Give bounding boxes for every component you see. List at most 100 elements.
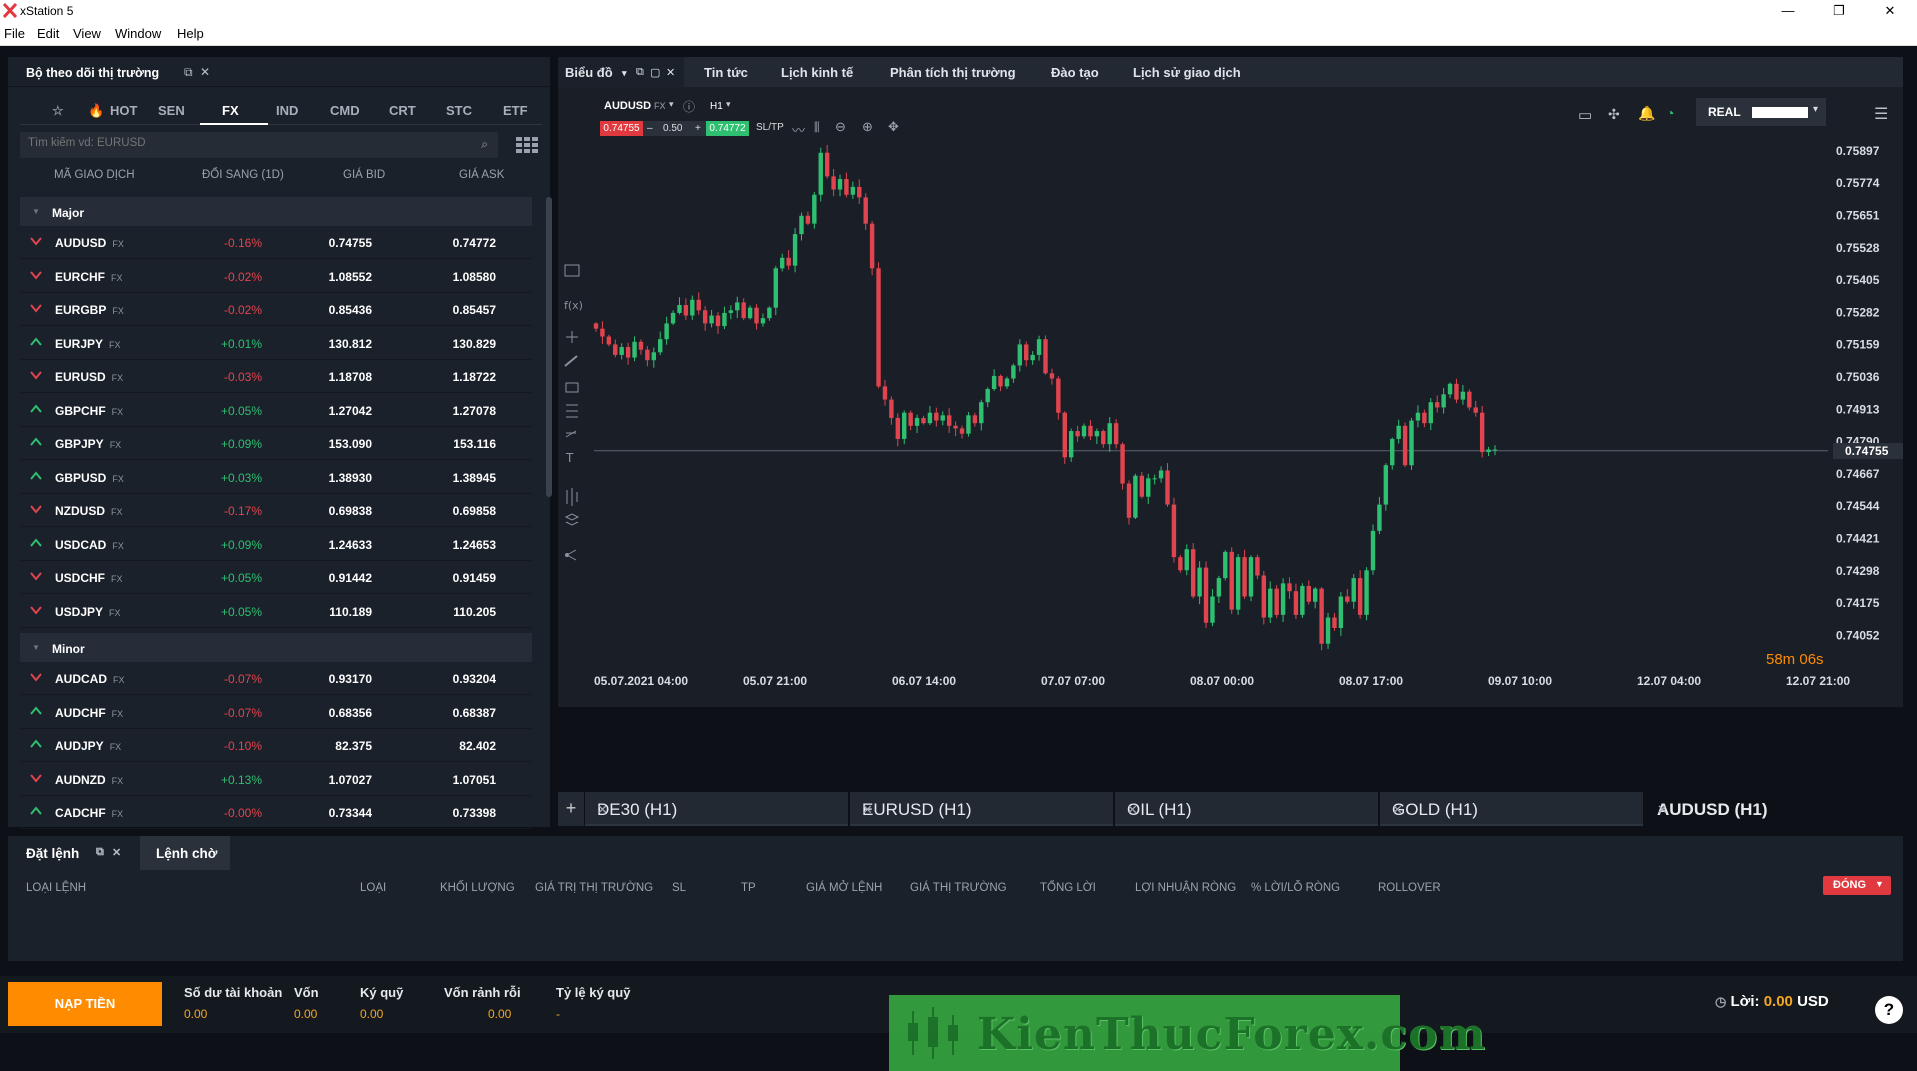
candle-body[interactable] bbox=[702, 310, 708, 324]
candle-body[interactable] bbox=[1248, 557, 1254, 597]
candle-body[interactable] bbox=[979, 402, 984, 424]
col-change[interactable]: ĐỔI SANG (1D) bbox=[202, 169, 284, 181]
watchlist-row[interactable]: EURUSD FX -0.03% 1.18708 1.18722 bbox=[20, 360, 532, 393]
orders-col-header[interactable]: TỔNG LỜI bbox=[1040, 882, 1096, 894]
candle-body[interactable] bbox=[1300, 585, 1305, 615]
collapse-icon[interactable]: ▼ bbox=[32, 643, 40, 652]
candle-body[interactable] bbox=[1184, 549, 1189, 571]
candle-body[interactable] bbox=[1479, 412, 1485, 453]
chart-tab-gold[interactable]: GOLD (H1) ✕ bbox=[1380, 792, 1643, 826]
close-all-button[interactable]: ĐÓNG ▼ bbox=[1823, 876, 1891, 895]
symbol-search[interactable]: ⌕ bbox=[20, 132, 498, 158]
help-button[interactable]: ? bbox=[1875, 996, 1903, 1024]
volume-value[interactable]: 0.50 bbox=[663, 121, 682, 136]
volume-stepper[interactable]: – 0.50 + bbox=[643, 121, 706, 136]
candle-body[interactable] bbox=[619, 347, 624, 355]
candle-body[interactable] bbox=[780, 257, 785, 269]
candle-body[interactable] bbox=[1223, 551, 1228, 579]
candle-body[interactable] bbox=[645, 349, 650, 361]
col-bid[interactable]: GIÁ BID bbox=[343, 169, 385, 181]
orders-col-header[interactable]: % LỜI/LỖ RÒNG bbox=[1251, 882, 1340, 894]
menu-help[interactable]: Help bbox=[177, 26, 204, 41]
watchlist-group-header[interactable]: ▼ Minor bbox=[20, 633, 532, 662]
candle-body[interactable] bbox=[658, 339, 663, 353]
row-ask[interactable]: 0.91459 bbox=[453, 571, 496, 585]
candle-body[interactable] bbox=[889, 399, 894, 418]
orders-col-header[interactable]: LOẠI bbox=[360, 882, 386, 894]
candle-body[interactable] bbox=[1158, 470, 1164, 479]
candle-body[interactable] bbox=[625, 347, 631, 358]
menu-file[interactable]: File bbox=[4, 26, 25, 41]
row-bid[interactable]: 1.24633 bbox=[329, 538, 372, 552]
candle-body[interactable] bbox=[1036, 339, 1042, 355]
candle-body[interactable] bbox=[869, 223, 875, 269]
tab-market-analysis[interactable]: Phân tích thị trường bbox=[890, 65, 1016, 80]
tab-pending-orders[interactable]: Lệnh chờ bbox=[140, 836, 230, 870]
tab-etf[interactable]: ETF bbox=[503, 103, 528, 118]
candle-body[interactable] bbox=[927, 412, 933, 424]
candle-body[interactable] bbox=[1152, 478, 1157, 480]
watchlist-row[interactable]: AUDUSD FX -0.16% 0.74755 0.74772 bbox=[20, 226, 532, 259]
candle-body[interactable] bbox=[760, 318, 766, 324]
watchlist-row[interactable]: CADCHF FX -0.00% 0.73344 0.73398 bbox=[20, 796, 532, 829]
row-ask[interactable]: 1.07051 bbox=[453, 773, 496, 787]
orders-col-header[interactable]: LỢI NHUẬN RÒNG bbox=[1135, 882, 1236, 894]
network-icon[interactable]: ✣ bbox=[1608, 106, 1620, 123]
favorites-star-icon[interactable]: ☆ bbox=[52, 103, 64, 119]
restore-chart-icon[interactable]: ▢ bbox=[650, 66, 660, 79]
chart-tab-de30[interactable]: DE30 (H1) ✕ bbox=[585, 792, 848, 826]
candle-body[interactable] bbox=[1402, 425, 1408, 466]
row-bid[interactable]: 0.69838 bbox=[329, 504, 372, 518]
watchlist-row[interactable]: AUDCHF FX -0.07% 0.68356 0.68387 bbox=[20, 696, 532, 729]
row-ask[interactable]: 1.24653 bbox=[453, 538, 496, 552]
candle-body[interactable] bbox=[921, 417, 926, 424]
row-bid[interactable]: 1.27042 bbox=[329, 404, 372, 418]
candle-body[interactable] bbox=[914, 417, 920, 426]
candle-body[interactable] bbox=[715, 315, 721, 327]
candle-body[interactable] bbox=[1364, 570, 1369, 615]
row-bid[interactable]: 153.090 bbox=[329, 437, 372, 451]
candle-body[interactable] bbox=[824, 152, 830, 177]
candle-body[interactable] bbox=[767, 307, 772, 319]
layers-icon[interactable] bbox=[564, 513, 580, 526]
bell-icon[interactable]: 🔔 bbox=[1638, 105, 1655, 122]
candle-body[interactable] bbox=[1428, 402, 1433, 424]
chart-tab-oil[interactable]: OIL (H1) ✕ bbox=[1115, 792, 1378, 826]
watchlist-group-header[interactable]: ▼ Major bbox=[20, 197, 532, 226]
candle-body[interactable] bbox=[985, 389, 990, 403]
candle-body[interactable] bbox=[946, 415, 952, 426]
tab-news[interactable]: Tin tức bbox=[704, 65, 748, 80]
candle-body[interactable] bbox=[850, 186, 856, 195]
candle-body[interactable] bbox=[1004, 378, 1010, 387]
candle-body[interactable] bbox=[683, 305, 689, 316]
candle-body[interactable] bbox=[805, 215, 811, 224]
tab-hot[interactable]: HOT bbox=[110, 103, 137, 118]
tab-stc[interactable]: STC bbox=[446, 103, 472, 118]
row-bid[interactable]: 0.85436 bbox=[329, 303, 372, 317]
row-bid[interactable]: 1.08552 bbox=[329, 270, 372, 284]
chart-tab-audusd[interactable]: AUDUSD (H1) ✕ bbox=[1645, 792, 1903, 826]
candle-body[interactable] bbox=[1390, 438, 1395, 466]
candle-body[interactable] bbox=[1068, 431, 1074, 458]
row-ask[interactable]: 1.18722 bbox=[453, 370, 496, 384]
tab-trade-history[interactable]: Lịch sử giao dịch bbox=[1133, 65, 1241, 80]
row-bid[interactable]: 0.93170 bbox=[329, 672, 372, 686]
candle-body[interactable] bbox=[1107, 423, 1112, 445]
watchlist-row[interactable]: AUDNZD FX +0.13% 1.07027 1.07051 bbox=[20, 763, 532, 796]
tab-crt[interactable]: CRT bbox=[389, 103, 416, 118]
account-dropdown-icon[interactable]: ▾ bbox=[1813, 104, 1818, 115]
candle-body[interactable] bbox=[1409, 420, 1414, 466]
watchlist-row[interactable]: NZDUSD FX -0.17% 0.69838 0.69858 bbox=[20, 494, 532, 527]
candle-body[interactable] bbox=[741, 302, 746, 319]
row-ask[interactable]: 0.93204 bbox=[453, 672, 496, 686]
undock-icon[interactable]: ⧉ bbox=[184, 65, 193, 80]
candle-body[interactable] bbox=[1287, 583, 1292, 592]
candle-body[interactable] bbox=[902, 412, 907, 439]
row-ask[interactable]: 0.74772 bbox=[453, 236, 496, 250]
candle-body[interactable] bbox=[1467, 391, 1472, 408]
tab-ind[interactable]: IND bbox=[276, 103, 298, 118]
chart-symbol[interactable]: AUDUSD bbox=[604, 100, 651, 112]
orders-col-header[interactable]: LOẠI LỆNH bbox=[26, 882, 86, 894]
tab-cmd[interactable]: CMD bbox=[330, 103, 360, 118]
symbol-dropdown-icon[interactable]: ▾ bbox=[669, 99, 674, 110]
